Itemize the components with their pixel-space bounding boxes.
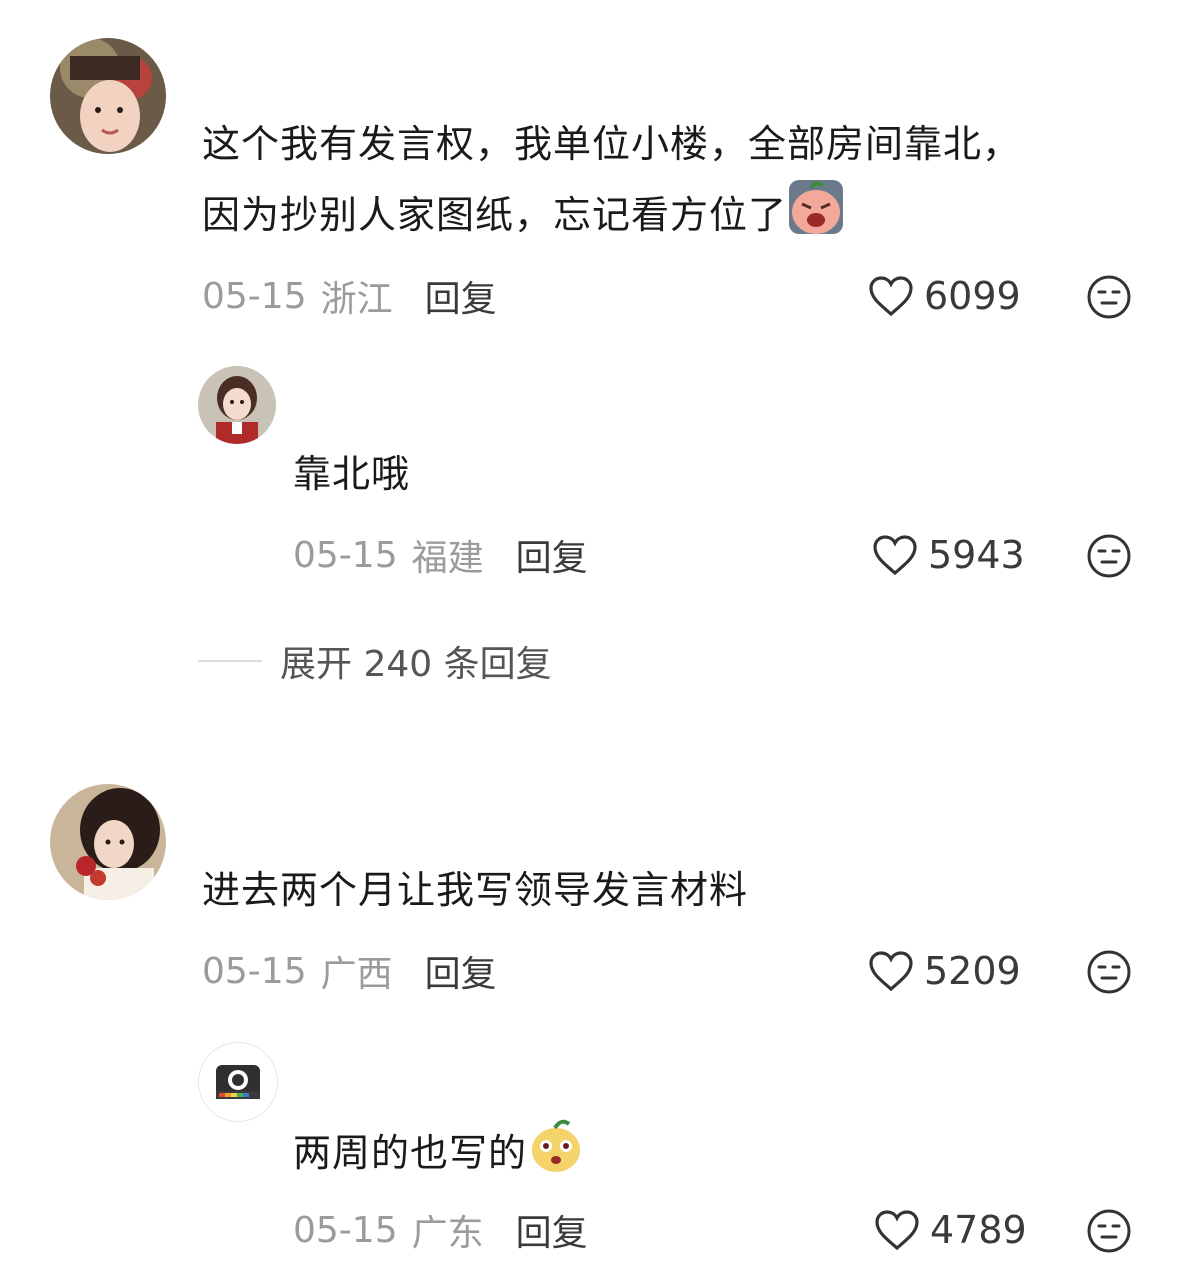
reply-date: 05-15 bbox=[293, 1209, 398, 1251]
reply-text: 两周的也写的 bbox=[293, 1116, 585, 1195]
reply-meta: 05-15 广东 回复 bbox=[293, 1204, 588, 1256]
comment-location: 广西 bbox=[320, 954, 393, 995]
comment-text: 进去两个月让我写领导发言材料 bbox=[202, 868, 749, 912]
reply-avatar[interactable] bbox=[198, 1042, 278, 1122]
reply-text-content: 两周的也写的 bbox=[293, 1131, 528, 1175]
heart-icon bbox=[869, 951, 913, 992]
face-expression-icon[interactable] bbox=[1086, 1208, 1132, 1254]
reply-location: 广东 bbox=[411, 1213, 484, 1254]
like-count: 5209 bbox=[924, 949, 1021, 993]
like-button[interactable]: 4789 bbox=[874, 1206, 1027, 1254]
face-expression-icon[interactable] bbox=[1086, 949, 1132, 995]
reply-button[interactable]: 回复 bbox=[516, 1204, 588, 1256]
like-button[interactable]: 5209 bbox=[868, 947, 1021, 995]
comment-meta: 05-15 广西 回复 bbox=[202, 945, 497, 997]
comment-2: 进去两个月让我写领导发言材料 05-15 广西 回复 5209 两周的也写的 0… bbox=[0, 0, 1200, 1275]
camera-icon bbox=[199, 1043, 277, 1121]
comment-date: 05-15 bbox=[202, 950, 307, 992]
avatar[interactable] bbox=[50, 784, 166, 900]
heart-icon bbox=[875, 1210, 919, 1251]
surprised-pear-emoji-icon bbox=[527, 1116, 585, 1195]
like-count: 4789 bbox=[930, 1208, 1027, 1252]
reply-button[interactable]: 回复 bbox=[425, 945, 497, 997]
